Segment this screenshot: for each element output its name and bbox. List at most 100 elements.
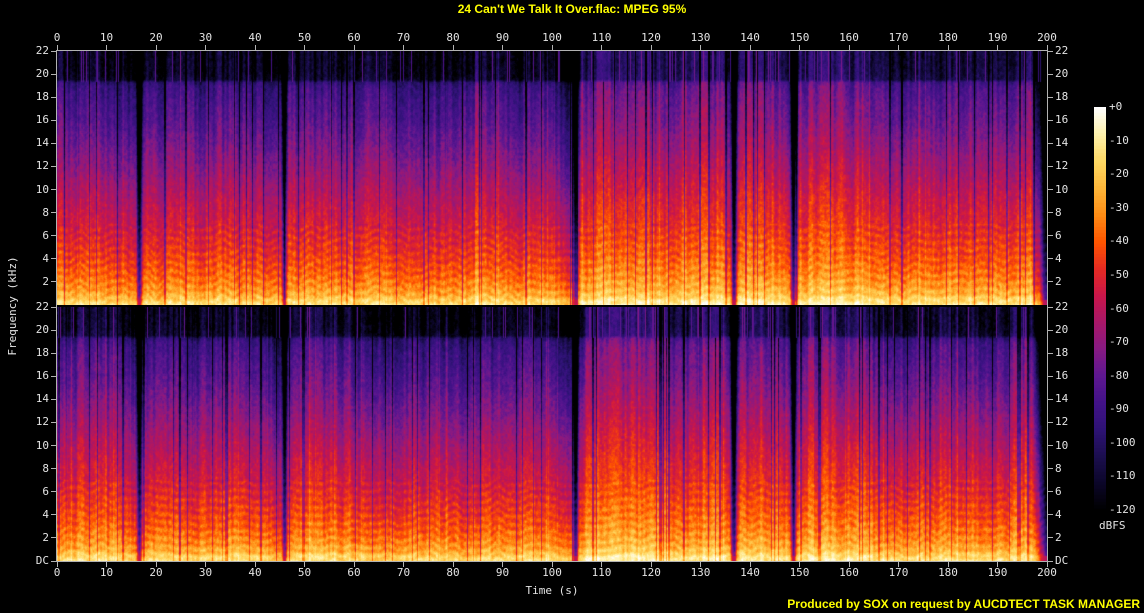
y-tick-left — [51, 329, 56, 331]
x-tick-top — [947, 45, 949, 50]
y-tick-left — [51, 352, 56, 354]
x-tick-label-bottom: 140 — [740, 566, 760, 579]
y-tick-label-left: 8 — [42, 461, 49, 475]
y-tick-left — [51, 375, 56, 377]
x-axis-title: Time (s) — [525, 584, 579, 597]
y-tick-left — [51, 491, 56, 493]
x-tick-label-bottom: 20 — [149, 566, 163, 579]
y-tick-right — [1048, 375, 1053, 377]
y-tick-left — [51, 421, 56, 423]
x-tick-label-bottom: 200 — [1037, 566, 1057, 579]
y-tick-left — [51, 235, 56, 237]
y-tick-label-left: 22 — [35, 44, 49, 57]
y-tick-label-left: 16 — [35, 113, 49, 127]
plot-frame — [56, 50, 1048, 562]
x-tick-label-bottom: 0 — [53, 566, 61, 579]
x-tick-label-top: 80 — [446, 31, 460, 44]
x-tick-label-bottom: 180 — [938, 566, 958, 579]
x-tick-label-top: 60 — [347, 31, 361, 44]
y-tick-label-right: 6 — [1055, 484, 1062, 498]
x-tick-label-top: 170 — [888, 31, 909, 44]
y-tick-label-right: 10 — [1055, 182, 1069, 196]
colorbar-tick-label: -10 — [1109, 133, 1129, 147]
colorbar-tick-label: -80 — [1109, 368, 1129, 382]
y-tick-label-right: 14 — [1055, 392, 1069, 406]
y-tick-left — [51, 119, 56, 121]
x-tick-label-bottom: 30 — [198, 566, 213, 579]
y-tick-right — [1048, 514, 1053, 516]
y-tick-left — [51, 96, 56, 98]
credit-text: Produced by SOX on request by AUCDTECT T… — [787, 597, 1140, 611]
y-tick-label-right: 2 — [1055, 530, 1062, 544]
colorbar-tick-label: -60 — [1109, 301, 1129, 315]
x-tick-label-top: 90 — [495, 31, 510, 44]
x-tick-top — [700, 45, 701, 50]
y-tick-right — [1048, 329, 1053, 331]
x-tick-top — [1046, 45, 1048, 50]
x-tick-top — [551, 45, 553, 50]
y-tick-right — [1048, 96, 1053, 98]
y-tick-label-right: 12 — [1055, 415, 1069, 429]
x-tick-label-top: 190 — [987, 31, 1008, 44]
x-tick-label-bottom: 90 — [495, 566, 510, 579]
x-tick-top — [155, 45, 157, 50]
spectrogram-channel-left — [57, 51, 1047, 305]
y-tick-label-right: 16 — [1055, 113, 1069, 127]
x-tick-label-bottom: 170 — [888, 566, 909, 579]
y-tick-left — [51, 142, 56, 144]
y-tick-label-right: 8 — [1055, 461, 1062, 475]
y-tick-label-right: 20 — [1055, 67, 1069, 81]
x-tick-top — [601, 45, 602, 50]
colorbar-tick-label: -50 — [1109, 267, 1129, 281]
y-tick-label-left: 4 — [42, 507, 49, 521]
y-tick-left — [51, 306, 56, 308]
y-tick-left — [51, 281, 56, 283]
y-tick-label-left: 20 — [35, 67, 49, 81]
x-tick-label-bottom: 10 — [99, 566, 114, 579]
y-tick-right — [1048, 119, 1053, 121]
x-tick-label-bottom: 40 — [248, 566, 262, 579]
y-tick-right — [1048, 281, 1053, 283]
spectrogram-channel-right — [57, 307, 1047, 561]
colorbar-tick-label: -20 — [1109, 167, 1129, 181]
x-tick-label-top: 150 — [789, 31, 810, 44]
x-tick-label-bottom: 120 — [641, 566, 661, 579]
y-tick-right — [1048, 258, 1053, 260]
y-tick-right — [1048, 398, 1053, 400]
y-tick-right — [1048, 50, 1053, 52]
x-tick-label-bottom: 110 — [591, 566, 612, 579]
y-tick-right — [1048, 468, 1053, 470]
colorbar-tick-label: -90 — [1109, 402, 1129, 416]
y-tick-right — [1048, 491, 1053, 493]
y-tick-left — [51, 212, 56, 214]
y-tick-label-left: 12 — [35, 159, 49, 173]
y-tick-right — [1048, 560, 1053, 562]
y-tick-label-right: 4 — [1055, 507, 1062, 521]
y-tick-label-right: 2 — [1055, 274, 1062, 288]
x-tick-top — [650, 45, 652, 50]
x-tick-label-bottom: 100 — [542, 566, 562, 579]
spectrogram-chart: 24 Can't We Talk It Over.flac: MPEG 95% … — [0, 0, 1144, 613]
y-tick-label-left: 12 — [35, 415, 49, 429]
y-tick-label-left: 6 — [42, 484, 49, 498]
x-tick-label-bottom: 190 — [987, 566, 1008, 579]
colorbar — [1094, 107, 1106, 511]
y-tick-right — [1048, 306, 1053, 308]
x-tick-label-top: 0 — [53, 31, 61, 44]
y-tick-label-right: 6 — [1055, 228, 1062, 242]
x-tick-label-top: 40 — [248, 31, 262, 44]
colorbar-tick-label: -40 — [1109, 234, 1129, 248]
y-tick-left — [51, 560, 56, 562]
y-tick-label-left: DC — [35, 554, 49, 567]
y-tick-right — [1048, 189, 1053, 191]
y-tick-label-right: 4 — [1055, 251, 1062, 265]
y-tick-left — [51, 50, 56, 52]
y-tick-label-right: DC — [1055, 554, 1069, 567]
x-tick-label-bottom: 60 — [347, 566, 361, 579]
y-tick-label-right: 22 — [1055, 300, 1069, 313]
x-tick-label-top: 70 — [396, 31, 411, 44]
y-tick-label-right: 12 — [1055, 159, 1069, 173]
x-tick-top — [452, 45, 454, 50]
y-tick-right — [1048, 165, 1053, 167]
y-tick-label-right: 22 — [1055, 44, 1069, 57]
